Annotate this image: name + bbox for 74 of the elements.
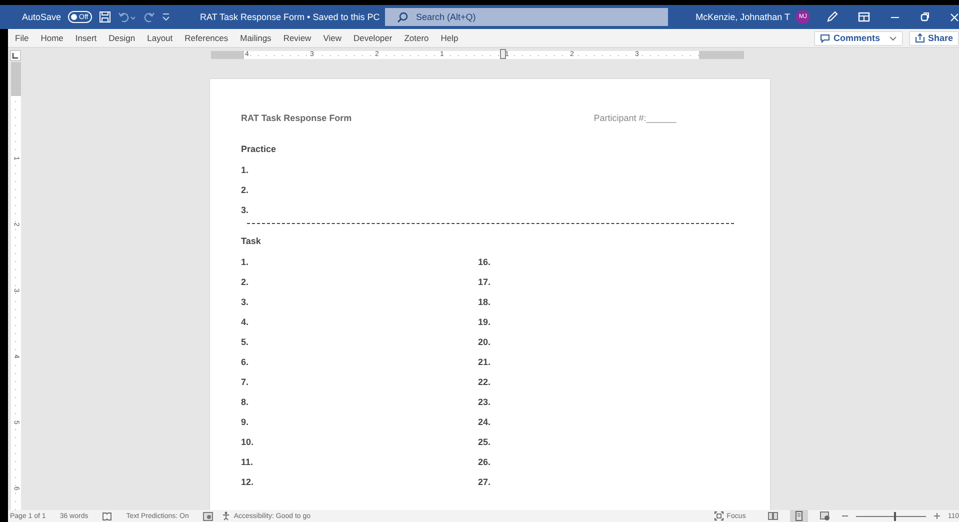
close-icon[interactable] bbox=[950, 12, 959, 22]
list-number: 22. bbox=[478, 376, 492, 389]
list-number: 20. bbox=[478, 336, 492, 349]
list-number: 2. bbox=[241, 184, 250, 197]
comments-button[interactable]: Comments bbox=[814, 30, 903, 46]
keyboard-icon[interactable] bbox=[202, 512, 213, 520]
list-number: 9. bbox=[241, 416, 250, 429]
list-number: 27. bbox=[478, 476, 492, 489]
share-button[interactable]: Share bbox=[908, 30, 959, 46]
customize-caret-icon[interactable] bbox=[162, 13, 170, 21]
indent-marker[interactable] bbox=[500, 49, 506, 59]
list-number: 19. bbox=[478, 316, 492, 329]
list-number: 1. bbox=[241, 256, 250, 269]
read-mode-icon bbox=[768, 511, 778, 521]
ribbon-tab[interactable]: References bbox=[178, 33, 234, 43]
share-icon bbox=[914, 33, 925, 43]
zoom-in-icon[interactable] bbox=[934, 513, 940, 519]
ribbon-tab[interactable]: Review bbox=[277, 33, 318, 43]
list-number: 1. bbox=[241, 164, 250, 177]
zoom-out-icon[interactable] bbox=[842, 513, 848, 519]
focus-icon bbox=[714, 511, 724, 521]
redo-icon[interactable] bbox=[143, 11, 156, 23]
list-number: 17. bbox=[478, 276, 492, 289]
list-number: 11. bbox=[241, 456, 254, 469]
ribbon-tab[interactable]: Help bbox=[434, 33, 464, 43]
ribbon-tab[interactable]: Insert bbox=[69, 33, 103, 43]
undo-icon[interactable] bbox=[118, 11, 136, 23]
view-button[interactable] bbox=[790, 510, 808, 522]
ruler-margin bbox=[11, 62, 21, 96]
ruler-margin bbox=[699, 51, 744, 59]
comment-icon bbox=[820, 34, 830, 42]
list-number: 26. bbox=[478, 456, 492, 469]
list-number: 23. bbox=[478, 396, 492, 409]
section-heading: Practice bbox=[241, 144, 278, 156]
ruler-margin bbox=[211, 51, 244, 59]
restore-icon[interactable] bbox=[920, 12, 930, 22]
ribbon-tab[interactable]: Mailings bbox=[234, 33, 278, 43]
list-number: 8. bbox=[241, 396, 250, 409]
ribbon-tab[interactable]: Home bbox=[34, 33, 70, 43]
autosave-label: AutoSave bbox=[22, 12, 62, 22]
list-number: 5. bbox=[241, 336, 250, 349]
list-number: 7. bbox=[241, 376, 250, 389]
list-number: 18. bbox=[478, 296, 492, 309]
ribbon-tab[interactable]: Layout bbox=[141, 33, 179, 43]
list-number: 12. bbox=[241, 476, 255, 489]
ribbon-tab[interactable]: View bbox=[317, 33, 348, 43]
section-heading: Task bbox=[241, 236, 262, 248]
ribbon-tab[interactable]: File bbox=[9, 33, 35, 43]
list-number: 6. bbox=[241, 356, 250, 369]
ribbon-display-icon[interactable] bbox=[858, 12, 870, 22]
participant-label: Participant #:______ bbox=[594, 112, 676, 122]
list-number: 16. bbox=[478, 256, 492, 269]
chevron-down-icon bbox=[888, 36, 897, 40]
book-icon[interactable] bbox=[102, 512, 112, 520]
document-title[interactable]: RAT Task Response Form • Saved to this PC bbox=[200, 12, 380, 22]
pen-icon[interactable] bbox=[826, 11, 838, 23]
tab-selector-icon[interactable] bbox=[10, 50, 21, 60]
ribbon-tab[interactable]: Design bbox=[102, 33, 142, 43]
list-number: 10. bbox=[241, 436, 255, 449]
ribbon-tab[interactable]: Zotero bbox=[398, 33, 435, 43]
list-number: 24. bbox=[478, 416, 492, 429]
document-heading: RAT Task Response Form bbox=[241, 112, 352, 122]
list-number: 3. bbox=[241, 204, 250, 217]
accessibility-icon bbox=[222, 511, 232, 521]
list-number: 21. bbox=[478, 356, 492, 369]
list-number: 2. bbox=[241, 276, 250, 289]
list-number: 25. bbox=[478, 436, 492, 449]
list-number: 3. bbox=[241, 296, 250, 309]
save-icon[interactable] bbox=[99, 11, 112, 23]
ribbon-tab[interactable]: Developer bbox=[347, 33, 398, 43]
search-field[interactable]: Search (Alt+Q) bbox=[385, 8, 668, 26]
user-name[interactable]: McKenzie, Johnathan T bbox=[696, 12, 790, 22]
list-number: 4. bbox=[241, 316, 250, 329]
search-icon bbox=[397, 12, 408, 23]
